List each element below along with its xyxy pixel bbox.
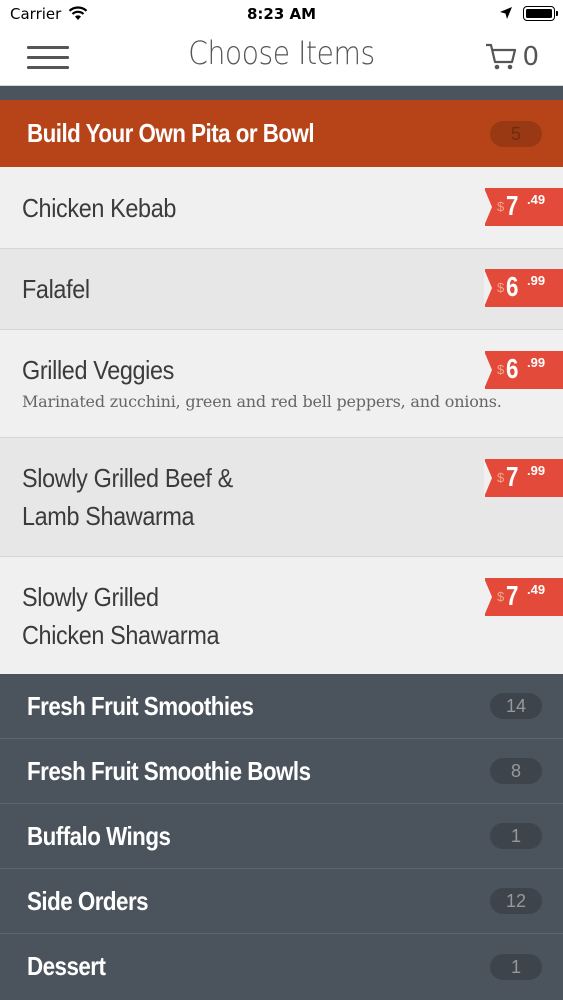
- menu-item[interactable]: Chicken Kebab $ 7 .49: [0, 167, 563, 249]
- clock: 8:23 AM: [246, 5, 317, 23]
- currency-symbol: $: [497, 280, 505, 295]
- price-tag: $ 7 .99: [484, 459, 563, 497]
- page-title: Choose Items: [188, 34, 375, 72]
- currency-symbol: $: [497, 199, 505, 214]
- item-count-badge: 1: [490, 823, 542, 849]
- category-label: Buffalo Wings: [27, 820, 171, 851]
- item-count-badge: 5: [490, 120, 542, 147]
- price-tag: $ 6 .99: [484, 269, 563, 307]
- category-label: Fresh Fruit Smoothie Bowls: [27, 755, 311, 786]
- category-fresh-fruit-smoothies[interactable]: Fresh Fruit Smoothies 14: [0, 674, 563, 739]
- price-cents: .49: [527, 582, 546, 597]
- menu-item[interactable]: Grilled Veggies Marinated zucchini, gree…: [0, 330, 563, 438]
- item-name: Falafel: [22, 274, 90, 304]
- cart-button[interactable]: 0: [484, 40, 539, 74]
- menu-item[interactable]: Falafel $ 6 .99: [0, 249, 563, 330]
- item-count-badge: 1: [490, 953, 542, 980]
- price-tag: $ 7 .49: [484, 578, 563, 616]
- shopping-cart-icon: [486, 43, 517, 70]
- battery-icon: [523, 6, 558, 21]
- price-whole: 6: [506, 271, 518, 302]
- category-build-your-own[interactable]: Build Your Own Pita or Bowl 5: [0, 100, 563, 167]
- location-arrow-icon: [500, 7, 512, 19]
- menu-item[interactable]: Slowly Grilled Chicken Shawarma $ 7 .49: [0, 557, 563, 674]
- nav-bar: Choose Items 0: [0, 28, 563, 86]
- price-whole: 7: [506, 461, 518, 492]
- price-cents: .99: [527, 273, 546, 288]
- category-label: Dessert: [27, 951, 106, 981]
- item-count-badge: 14: [490, 693, 542, 719]
- category-label: Side Orders: [27, 885, 149, 916]
- status-bar: Carrier 8:23 AM: [0, 0, 563, 28]
- price-tag: $ 6 .99: [484, 351, 563, 389]
- price-cents: .99: [527, 355, 546, 370]
- menu-item[interactable]: Slowly Grilled Beef & Lamb Shawarma $ 7 …: [0, 438, 563, 557]
- item-name: Chicken Kebab: [22, 193, 177, 223]
- currency-symbol: $: [497, 362, 505, 377]
- category-fresh-fruit-smoothie-bowls[interactable]: Fresh Fruit Smoothie Bowls 8: [0, 739, 563, 804]
- category-label: Fresh Fruit Smoothies: [27, 690, 254, 721]
- item-name-line2: Lamb Shawarma: [22, 501, 195, 531]
- category-side-orders[interactable]: Side Orders 12: [0, 869, 563, 934]
- item-description: Marinated zucchini, green and red bell p…: [22, 392, 502, 411]
- item-name-line1: Slowly Grilled Beef &: [22, 463, 233, 493]
- item-count-badge: 12: [490, 888, 542, 914]
- price-cents: .99: [527, 463, 546, 478]
- item-name-line1: Slowly Grilled: [22, 582, 159, 612]
- price-whole: 7: [506, 190, 518, 221]
- cart-count: 0: [522, 42, 539, 72]
- category-buffalo-wings[interactable]: Buffalo Wings 1: [0, 804, 563, 869]
- item-name: Grilled Veggies: [22, 355, 175, 385]
- currency-symbol: $: [497, 589, 505, 604]
- category-dessert[interactable]: Dessert 1: [0, 934, 563, 999]
- item-name-line2: Chicken Shawarma: [22, 620, 220, 650]
- currency-symbol: $: [497, 470, 505, 485]
- item-count-badge: 8: [490, 758, 542, 784]
- price-whole: 7: [506, 580, 518, 611]
- category-label: Build Your Own Pita or Bowl: [27, 118, 315, 148]
- header-divider: [0, 86, 563, 100]
- price-whole: 6: [506, 353, 518, 384]
- price-tag: $ 7 .49: [484, 188, 563, 226]
- price-cents: .49: [527, 192, 546, 207]
